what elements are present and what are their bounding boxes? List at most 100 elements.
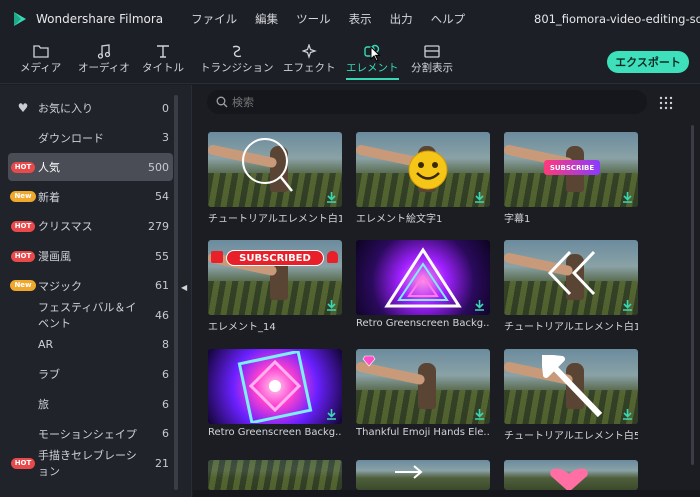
text-t-icon — [156, 42, 170, 60]
element-name: チュートリアルエレメント白13 — [208, 214, 342, 225]
download-icon[interactable] — [474, 408, 485, 420]
grid-view-icon[interactable] — [659, 95, 673, 114]
subscribe-sticker: SUBSCRIBE — [544, 160, 600, 175]
download-icon[interactable] — [622, 299, 633, 311]
sidebar-item-count: 6 — [162, 367, 169, 381]
element-card-partial[interactable] — [504, 460, 638, 490]
sidebar-item-label: ラブ — [38, 368, 60, 382]
sidebar-item-count: 6 — [162, 397, 169, 411]
sidebar-item-label: 手描きセレブレーション — [38, 449, 137, 479]
collapse-sidebar-icon[interactable]: ◀ — [181, 283, 187, 292]
download-icon[interactable] — [474, 191, 485, 203]
element-card[interactable]: エレメント絵文字1 — [356, 132, 490, 225]
export-button[interactable]: エクスポート — [607, 51, 689, 73]
sidebar-item[interactable]: モーションシェイプ 6 — [8, 420, 173, 448]
element-name: Retro Greenscreen Backg... — [208, 427, 342, 438]
element-thumbnail: SUBSCRIBE — [504, 132, 638, 207]
element-card-partial[interactable] — [208, 460, 342, 490]
active-tab-indicator — [346, 78, 399, 80]
menu-view[interactable]: 表示 — [349, 11, 372, 27]
sidebar-item-count: 54 — [155, 190, 169, 204]
element-card[interactable]: Thankful Emoji Hands Ele... — [356, 349, 490, 438]
tab-titles[interactable]: タイトル — [142, 42, 184, 75]
music-note-icon — [97, 42, 111, 60]
sidebar-item[interactable]: ♥ お気に入り 0 — [8, 94, 173, 122]
sidebar-item[interactable]: フェスティバル＆イベント 46 — [8, 301, 173, 330]
sidebar-item[interactable]: ラブ 6 — [8, 360, 173, 388]
tab-label: タイトル — [142, 62, 184, 74]
project-filename: 801_fiomora-video-editing-softw — [534, 12, 700, 26]
tab-label: メディア — [20, 62, 62, 74]
title-bar: Wondershare Filmora ファイル 編集 ツール 表示 出力 ヘル… — [0, 0, 700, 38]
download-icon[interactable] — [474, 299, 485, 311]
element-name: チュートリアルエレメント白15 — [504, 322, 638, 333]
download-icon[interactable] — [622, 191, 633, 203]
badge-slot: HOT — [8, 220, 38, 232]
element-thumbnail — [208, 460, 342, 490]
sidebar-item[interactable]: 旅6 — [8, 390, 173, 418]
content-scrollbar[interactable] — [691, 125, 694, 465]
search-input[interactable] — [232, 95, 612, 109]
sidebar-item-label: 漫画風 — [38, 250, 71, 263]
badge-slot: New — [8, 280, 38, 292]
new-badge: New — [10, 280, 36, 292]
tab-transitions[interactable]: トランジション — [200, 42, 274, 75]
sidebar-item[interactable]: HOT 漫画風 55 — [8, 242, 173, 270]
badge-slot: HOT — [8, 250, 38, 262]
download-icon[interactable] — [326, 408, 337, 420]
element-name: エレメント絵文字1 — [356, 214, 443, 225]
element-card[interactable]: チュートリアルエレメント白13 — [208, 132, 342, 225]
menu-edit[interactable]: 編集 — [255, 11, 278, 27]
tab-media[interactable]: メディア — [20, 42, 61, 75]
tab-label: トランジション — [200, 62, 274, 74]
download-icon[interactable] — [326, 191, 337, 203]
element-thumbnail — [356, 349, 490, 424]
tab-split-screen[interactable]: 分割表示 — [411, 42, 453, 75]
menu-export[interactable]: 出力 — [390, 11, 413, 27]
premium-gem-icon — [362, 352, 376, 371]
element-name: 字幕1 — [504, 214, 531, 225]
element-name: エレメント_14 — [208, 322, 276, 333]
element-card[interactable]: チュートリアルエレメント白15 — [504, 240, 638, 333]
element-card-partial[interactable] — [356, 460, 490, 490]
subscribed-banner: SUBSCRIBED — [226, 250, 324, 266]
tab-effects[interactable]: エフェクト — [283, 42, 336, 75]
element-card[interactable]: Retro Greenscreen Backg... — [208, 349, 342, 438]
sidebar-item[interactable]: AR 8 — [8, 331, 173, 359]
sidebar-item[interactable]: HOT 人気 500 — [8, 153, 173, 182]
hot-badge: HOT — [10, 220, 36, 232]
sidebar-item[interactable]: ダウンロード 3 — [8, 124, 173, 152]
tab-audio[interactable]: オーディオ — [78, 42, 130, 75]
badge-slot: HOT — [8, 457, 38, 469]
element-card[interactable]: SUBSCRIBE 字幕1 — [504, 132, 638, 225]
hot-badge: HOT — [10, 457, 36, 469]
thumbs-up-icon — [211, 251, 223, 263]
sidebar-item[interactable]: New 新着 54 — [8, 183, 173, 211]
tab-label: エフェクト — [283, 62, 336, 74]
menu-help[interactable]: ヘルプ — [431, 11, 466, 27]
download-icon[interactable] — [326, 299, 337, 311]
tab-label: オーディオ — [78, 62, 130, 74]
split-screen-icon — [424, 42, 440, 60]
sidebar-item[interactable]: HOT 手描きセレブレーション 21 — [8, 449, 173, 479]
sidebar-item[interactable]: New マジック 61 — [8, 272, 173, 300]
element-name: Retro Greenscreen Backg... — [356, 318, 490, 329]
element-card[interactable]: SUBSCRIBED エレメント_14 — [208, 240, 342, 333]
menu-tools[interactable]: ツール — [296, 11, 331, 27]
element-thumbnail — [208, 349, 342, 424]
download-icon[interactable] — [622, 408, 633, 420]
sidebar-item-count: 21 — [155, 456, 169, 470]
sidebar-scrollbar[interactable] — [174, 95, 178, 490]
sidebar-item-count: 61 — [155, 279, 169, 293]
sidebar-item-count: 500 — [148, 160, 169, 174]
element-card[interactable]: Retro Greenscreen Backg... — [356, 240, 490, 329]
mouse-cursor-icon — [370, 45, 381, 66]
element-card[interactable]: チュートリアルエレメント白5 — [504, 349, 638, 442]
folder-icon — [32, 42, 49, 60]
menu-file[interactable]: ファイル — [191, 11, 237, 27]
search-bar[interactable] — [207, 90, 647, 114]
sidebar-item-count: 46 — [155, 308, 169, 322]
sidebar-item-label: クリスマス — [38, 220, 93, 234]
element-name: Thankful Emoji Hands Ele... — [356, 427, 490, 438]
sidebar-item[interactable]: HOT クリスマス 279 — [8, 212, 173, 240]
